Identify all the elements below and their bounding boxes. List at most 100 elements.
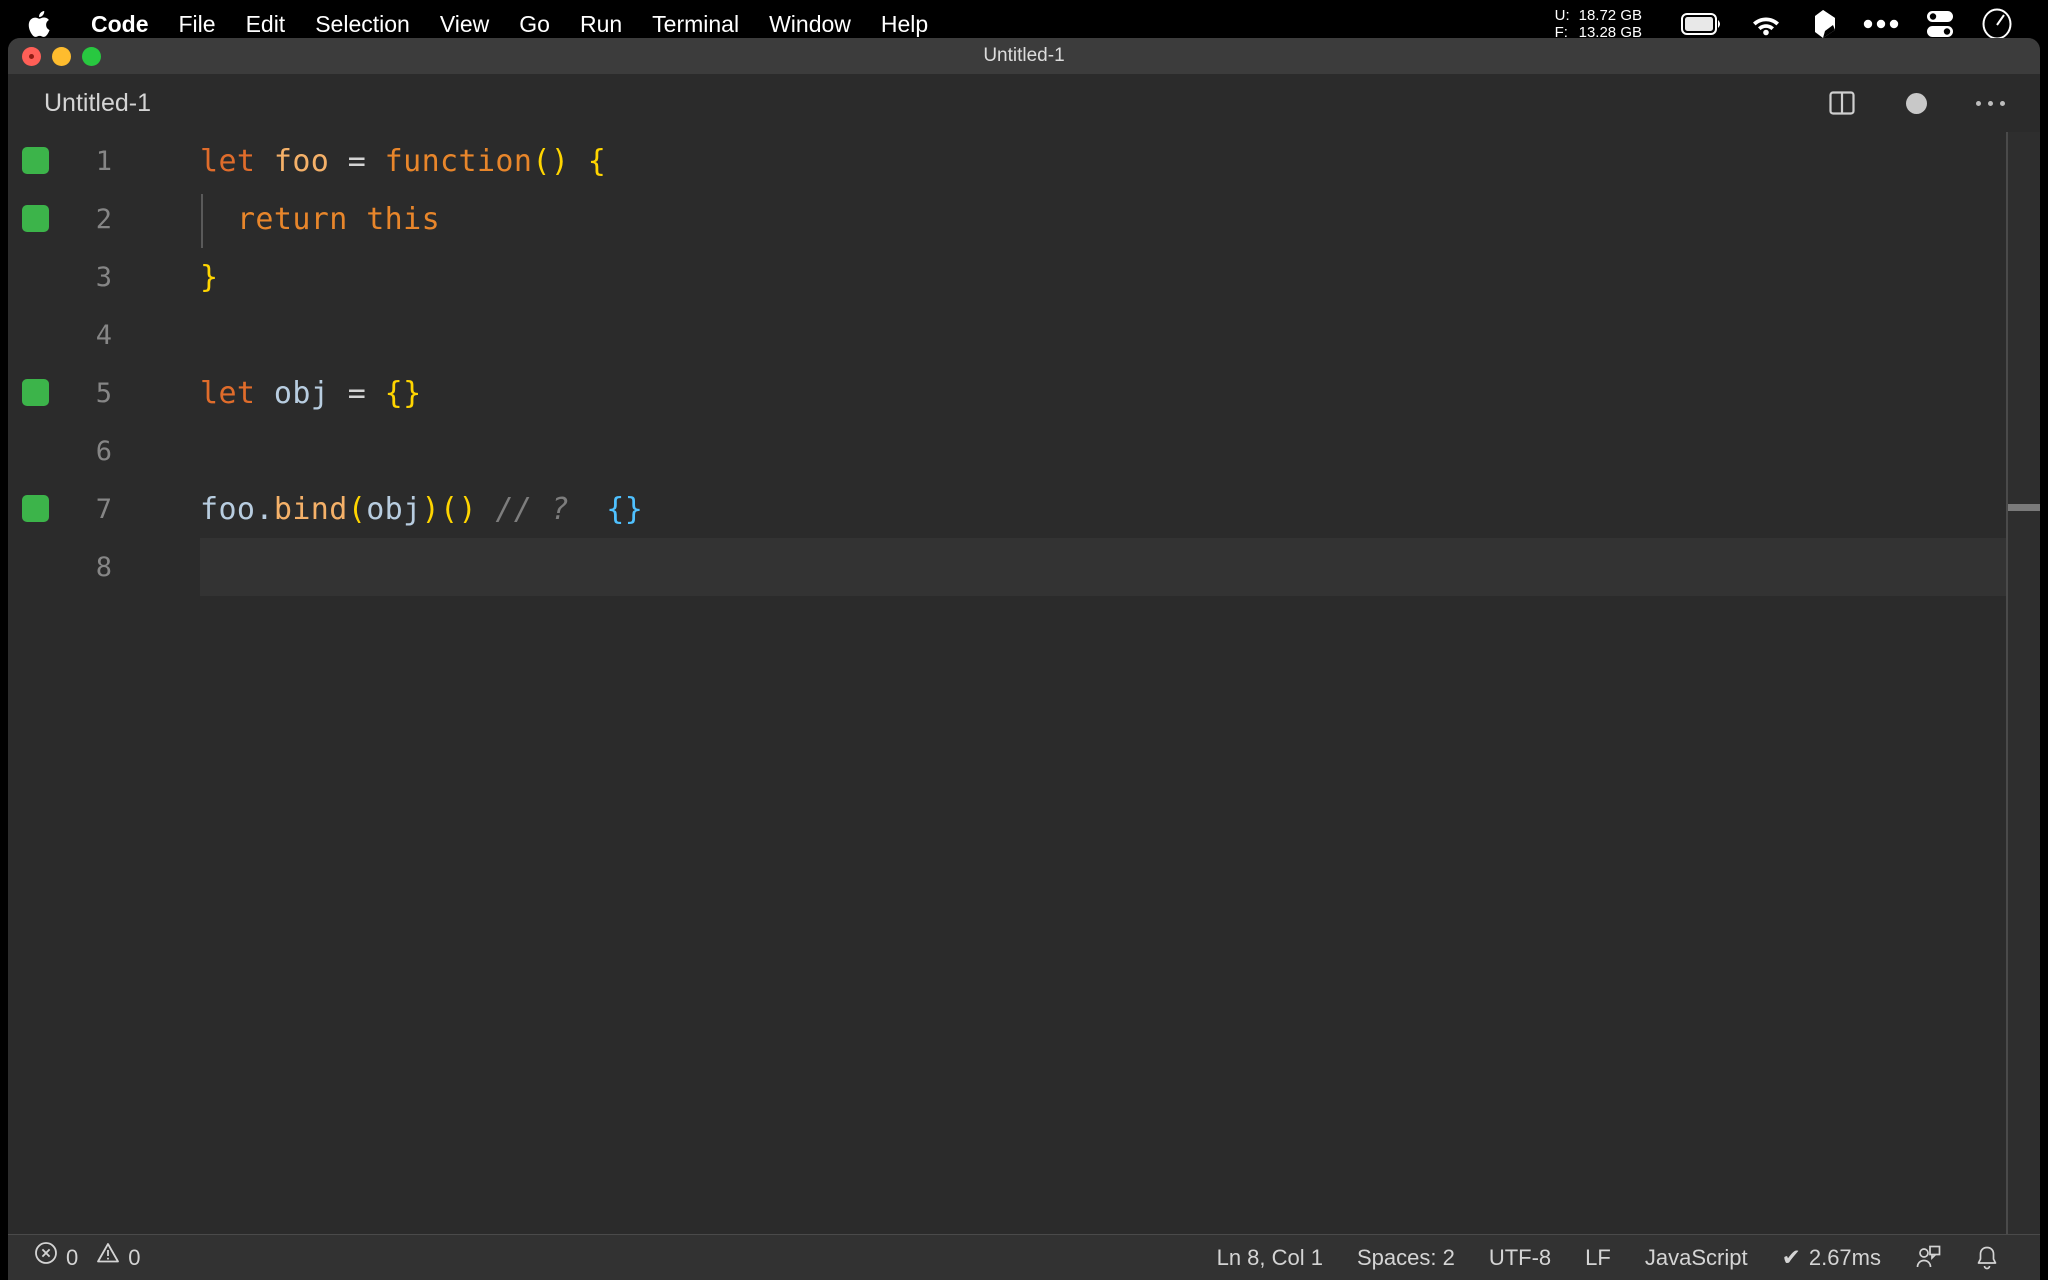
gutter-coverage-marker[interactable] (22, 205, 49, 232)
run-time-value: 2.67ms (1808, 1244, 1881, 1270)
gutter-coverage-marker[interactable] (22, 147, 49, 174)
code-line-7[interactable]: 7 foo.bind(obj)() // ? {} (8, 480, 2040, 538)
status-bar: 0 0 Ln 8, Col 1 Spaces: 2 UTF-8 LF JavaS… (8, 1234, 2040, 1280)
editor-tab-untitled-1[interactable]: Untitled-1 (8, 74, 175, 132)
code-token: { (587, 143, 607, 179)
code-lines-container[interactable]: 1 let foo = function() {2 return this 3} 4 5… (8, 132, 2040, 596)
code-token: = (347, 143, 367, 179)
error-circle-icon (34, 1235, 58, 1280)
overview-ruler-mark (2008, 504, 2040, 511)
more-actions-icon[interactable] (1970, 83, 2010, 123)
gutter-coverage-marker[interactable] (22, 379, 49, 406)
line-content[interactable]: foo.bind(obj)() // ? {} (136, 492, 643, 527)
problems-indicator[interactable]: 0 0 (34, 1235, 158, 1280)
editor-actions (1822, 83, 2040, 123)
code-token: // ? (495, 491, 570, 527)
gutter-coverage-marker[interactable] (22, 495, 49, 522)
memory-used-value: 18.72 GB (1578, 7, 1642, 24)
line-number: 6 (95, 435, 112, 467)
cursor-position[interactable]: Ln 8, Col 1 (1200, 1235, 1340, 1280)
code-line-6[interactable]: 6 (8, 422, 2040, 480)
memory-stats-indicator[interactable]: U: F: 18.72 GB 13.28 GB (1555, 7, 1642, 41)
warning-triangle-icon (96, 1235, 120, 1280)
code-token: ( (347, 491, 367, 527)
siri-clock-icon[interactable] (1981, 8, 2013, 40)
ellipsis-icon[interactable] (1863, 19, 1899, 29)
code-token: foo (273, 143, 330, 179)
code-token: () (532, 143, 570, 179)
wifi-icon[interactable] (1749, 12, 1783, 36)
line-number: 8 (95, 551, 112, 583)
warning-count: 0 (128, 1244, 141, 1270)
code-token: bind (273, 491, 348, 527)
traffic-lights (22, 46, 101, 66)
code-token: this (366, 201, 441, 237)
split-editor-icon[interactable] (1822, 83, 1862, 123)
code-token: () (440, 491, 477, 527)
code-line-4[interactable]: 4 (8, 306, 2040, 364)
vscode-window: Untitled-1 Untitled-1 1 let foo = functio… (8, 38, 2040, 1280)
code-line-1[interactable]: 1 let foo = function() { (8, 132, 2040, 190)
memory-used-label: U: (1554, 7, 1570, 24)
editor-tab-label: Untitled-1 (44, 88, 151, 117)
line-number: 3 (95, 261, 112, 293)
code-token: let (200, 375, 256, 411)
code-editor[interactable]: 1 let foo = function() {2 return this 3} 4 5… (8, 132, 2040, 1234)
status-bar-right: Ln 8, Col 1 Spaces: 2 UTF-8 LF JavaScrip… (1200, 1235, 2040, 1280)
notifications-bell-icon[interactable] (1958, 1245, 2016, 1271)
unsaved-indicator[interactable] (1896, 83, 1936, 123)
editor-tab-bar: Untitled-1 (8, 74, 2040, 132)
line-content[interactable]: let foo = function() { (136, 144, 606, 179)
code-line-8[interactable]: 8 (8, 538, 2040, 596)
status-bar-left: 0 0 (8, 1235, 158, 1280)
code-token: ) (421, 491, 441, 527)
code-token: {} (606, 491, 644, 527)
current-line-highlight (200, 538, 2040, 596)
control-center-icon[interactable] (1925, 10, 1955, 38)
dropbox-icon[interactable] (1809, 9, 1837, 39)
code-token: = (347, 375, 367, 411)
code-token: return (236, 201, 348, 237)
minimize-button[interactable] (52, 46, 71, 66)
language-mode[interactable]: JavaScript (1628, 1235, 1765, 1280)
code-line-2[interactable]: 2 return this (8, 190, 2040, 248)
code-token: . (255, 491, 274, 527)
indentation-setting[interactable]: Spaces: 2 (1340, 1235, 1472, 1280)
window-titlebar: Untitled-1 (8, 38, 2040, 74)
checkmark-icon: ✔ (1781, 1244, 1801, 1270)
line-content[interactable]: let obj = {} (136, 376, 422, 411)
code-token: obj (273, 375, 330, 411)
code-token: let (200, 143, 256, 179)
code-token: } (200, 259, 219, 295)
editor-overview-ruler[interactable] (2006, 132, 2040, 1234)
line-number: 4 (95, 319, 112, 351)
maximize-button[interactable] (82, 46, 101, 66)
close-button[interactable] (22, 46, 41, 66)
battery-icon[interactable] (1681, 13, 1723, 35)
code-line-3[interactable]: 3} (8, 248, 2040, 306)
code-line-5[interactable]: 5 let obj = {} (8, 364, 2040, 422)
code-token: foo (200, 491, 256, 527)
line-content[interactable]: return this (136, 202, 440, 237)
run-time-indicator[interactable]: ✔ 2.67ms (1765, 1235, 1898, 1280)
error-count: 0 (66, 1244, 79, 1270)
apple-logo-icon[interactable] (28, 11, 50, 37)
feedback-person-icon[interactable] (1898, 1245, 1958, 1271)
window-title: Untitled-1 (983, 45, 1065, 66)
encoding-setting[interactable]: UTF-8 (1472, 1235, 1568, 1280)
indent-guide (201, 194, 203, 248)
code-token: {} (384, 375, 422, 411)
eol-setting[interactable]: LF (1568, 1235, 1628, 1280)
line-content[interactable]: } (136, 260, 218, 295)
